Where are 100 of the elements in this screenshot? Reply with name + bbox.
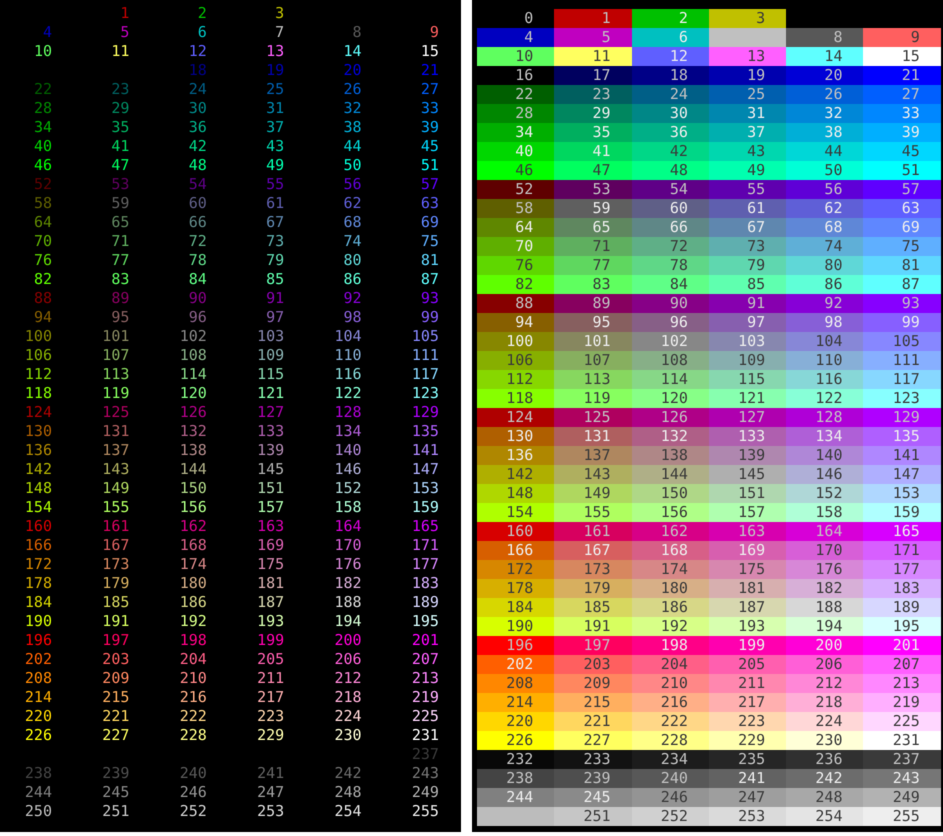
color-number: 178 [24,574,52,593]
color-swatch: 232 [477,750,554,769]
color-number: 199 [256,631,284,650]
color-number: 61 [265,194,284,213]
color-swatch: 130 [477,427,554,446]
color-swatch: 95 [554,313,632,332]
color-number: 123 [410,384,439,403]
color-swatch: 122 [786,389,864,408]
color-swatch: 211 [708,674,786,693]
color-number: 23 [110,80,130,99]
color-number: 156 [178,498,207,517]
color-swatch: 225 [863,712,941,731]
color-swatch: 132 [632,427,709,446]
color-swatch: 238 [477,769,554,788]
color-swatch: 226 [477,731,554,750]
color-number: 136 [24,441,52,460]
color-swatch: 245 [554,788,632,807]
color-swatch: 47 [554,161,632,180]
color-number: 41 [110,137,130,156]
color-swatch: 28 [477,104,554,123]
color-number: 32 [342,99,362,118]
color-swatch: 255 [863,807,941,826]
color-swatch: 182 [786,579,864,598]
color-number: 130 [24,422,52,441]
color-swatch: 246 [632,788,709,807]
color-swatch: 192 [632,617,709,636]
color-number: 1 [119,4,130,23]
color-number: 198 [178,631,207,650]
color-number: 218 [333,688,362,707]
color-swatch: 82 [477,275,554,294]
color-swatch: 54 [632,180,709,199]
color-swatch: 158 [786,503,864,522]
color-number: 209 [101,669,130,688]
color-number: 158 [333,498,362,517]
color-swatch: 196 [477,636,554,655]
color-swatch: 66 [632,218,709,237]
color-swatch: 231 [863,731,941,750]
color-swatch: 120 [632,389,709,408]
color-number: 220 [24,707,52,726]
color-swatch: 184 [477,598,554,617]
color-number: 169 [256,536,284,555]
color-swatch: 30 [632,104,709,123]
color-number: 101 [101,327,130,346]
color-number: 86 [342,270,362,289]
color-swatch: 126 [632,408,709,427]
color-number: 21 [420,61,439,80]
color-swatch: 187 [708,598,786,617]
color-swatch: 58 [477,199,554,218]
color-number: 120 [178,384,207,403]
color-number: 12 [188,42,207,61]
color-swatch: 193 [708,617,786,636]
color-number: 138 [178,441,207,460]
color-swatch: 24 [632,85,709,104]
color-swatch: 199 [708,636,786,655]
color-swatch: 124 [477,408,554,427]
color-number: 162 [178,517,207,536]
color-number: 87 [420,270,439,289]
color-number: 71 [110,232,130,251]
color-swatch: 1 [554,9,632,28]
color-swatch: 143 [554,465,632,484]
color-number: 74 [342,232,362,251]
color-swatch: 110 [786,351,864,370]
color-swatch: 97 [708,313,786,332]
color-swatch: 220 [477,712,554,731]
color-swatch: 40 [477,142,554,161]
color-number: 147 [410,460,439,479]
color-swatch: 27 [863,85,941,104]
color-number: 69 [420,213,439,232]
color-number: 72 [188,232,207,251]
color-swatch: 33 [863,104,941,123]
color-swatch: 202 [477,655,554,674]
color-number: 55 [265,175,284,194]
color-swatch: 235 [708,750,786,769]
color-swatch: 21 [863,66,941,85]
color-number: 225 [410,707,439,726]
color-number: 126 [178,403,207,422]
color-swatch: 22 [477,85,554,104]
color-swatch: 49 [708,161,786,180]
color-swatch: 34 [477,123,554,142]
color-swatch: 229 [708,731,786,750]
color-swatch: 4 [477,28,554,47]
color-number: 129 [410,403,439,422]
color-swatch: 247 [708,788,786,807]
color-number: 99 [420,308,439,327]
color-swatch: 115 [708,370,786,389]
color-swatch: 230 [786,731,864,750]
color-swatch: 188 [786,598,864,617]
color-number: 112 [24,365,52,384]
color-swatch: 162 [632,522,709,541]
color-swatch: 62 [786,199,864,218]
color-number: 166 [24,536,52,555]
color-number: 46 [32,156,52,175]
color-number: 77 [110,251,130,270]
color-number: 188 [333,593,362,612]
color-swatch: 223 [708,712,786,731]
color-swatch: 13 [708,47,786,66]
color-swatch: 254 [786,807,864,826]
color-swatch: 89 [554,294,632,313]
color-swatch: 109 [708,351,786,370]
color-number: 50 [342,156,362,175]
